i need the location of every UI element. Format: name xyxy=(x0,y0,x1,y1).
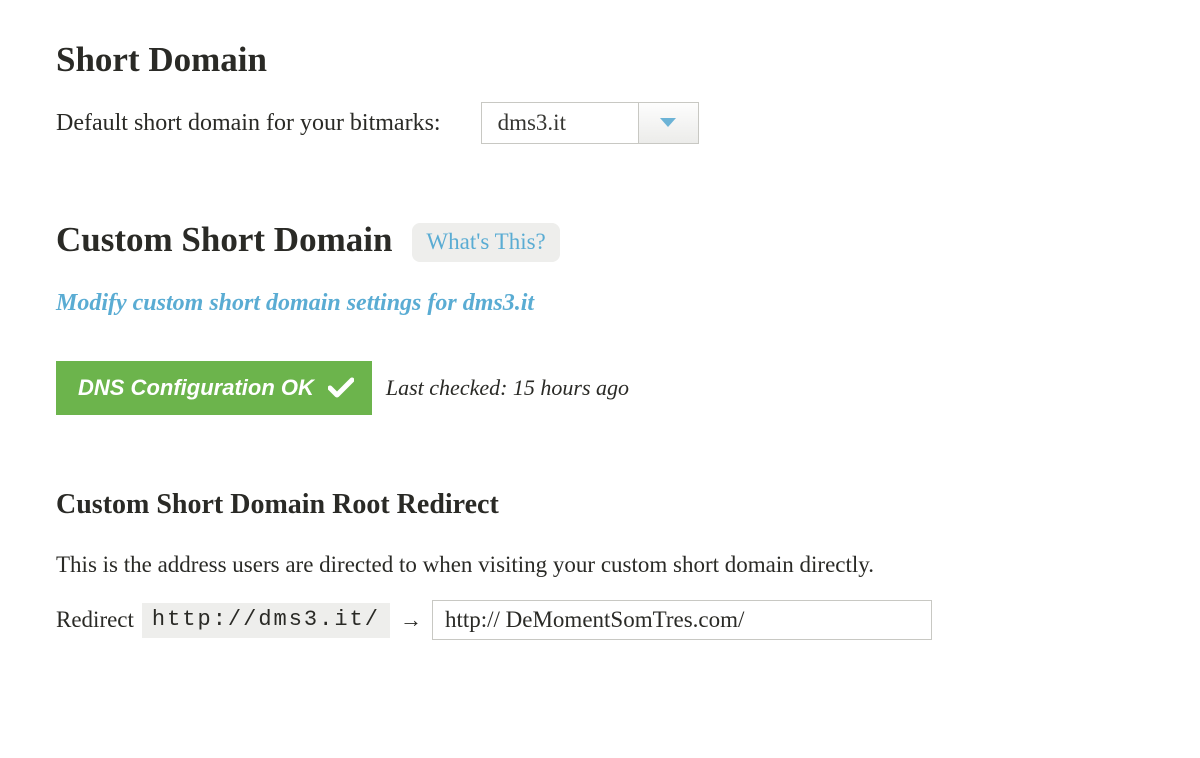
custom-domain-heading: Custom Short Domain xyxy=(56,220,392,260)
root-redirect-description: This is the address users are directed t… xyxy=(56,549,1144,580)
checkmark-icon xyxy=(328,377,354,399)
arrow-icon: → xyxy=(400,607,422,633)
last-checked-text: Last checked: 15 hours ago xyxy=(386,375,629,401)
redirect-target-input[interactable] xyxy=(432,600,932,640)
default-domain-dropdown[interactable]: dms3.it xyxy=(481,102,699,144)
dropdown-trigger[interactable] xyxy=(638,103,698,143)
redirect-label: Redirect xyxy=(56,607,134,633)
dns-status-badge: DNS Configuration OK xyxy=(56,361,372,415)
dropdown-selected-value: dms3.it xyxy=(482,103,638,143)
chevron-down-icon xyxy=(660,118,676,128)
custom-domain-heading-row: Custom Short Domain What's This? xyxy=(56,220,1144,260)
dns-status-row: DNS Configuration OK Last checked: 15 ho… xyxy=(56,361,1144,415)
modify-domain-link[interactable]: Modify custom short domain settings for … xyxy=(56,290,534,317)
whats-this-button[interactable]: What's This? xyxy=(412,223,559,262)
default-domain-label: Default short domain for your bitmarks: xyxy=(56,110,441,137)
redirect-source-code: http://dms3.it/ xyxy=(142,603,390,638)
dns-status-text: DNS Configuration OK xyxy=(78,375,314,401)
default-domain-row: Default short domain for your bitmarks: … xyxy=(56,102,1144,144)
short-domain-heading: Short Domain xyxy=(56,40,1144,80)
root-redirect-heading: Custom Short Domain Root Redirect xyxy=(56,489,1144,521)
redirect-row: Redirect http://dms3.it/ → xyxy=(56,600,1144,640)
